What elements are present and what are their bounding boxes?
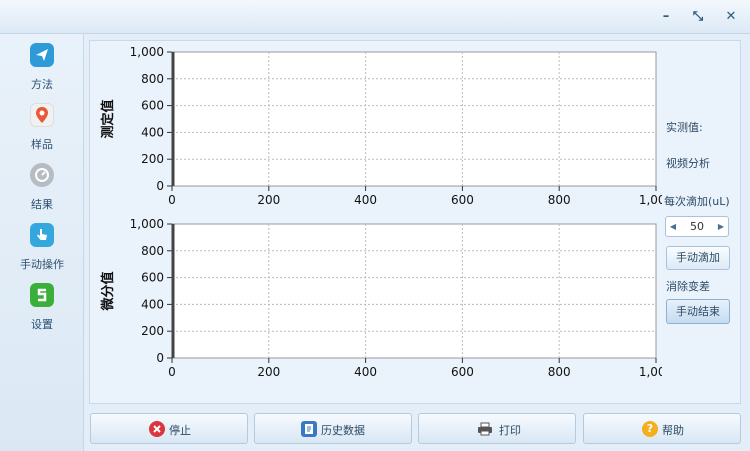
x-tick-label: 200 [257,365,280,379]
drop-volume-stepper[interactable]: ◀ 50 ▶ [665,216,729,237]
drop-volume-value[interactable]: 50 [680,217,714,236]
sidebar-item-label: 设置 [31,318,53,331]
x-tick-label: 800 [548,365,571,379]
x-tick-label: 600 [451,193,474,207]
restore-button[interactable]: ⤡ [689,9,707,25]
x-tick-label: 1,000 [639,193,662,207]
y-tick-label: 200 [141,152,164,166]
sidebar-item-label: 手动操作 [20,258,64,271]
y-tick-label: 600 [141,99,164,113]
sidebar-item-manual[interactable]: 手动操作 [0,218,84,274]
x-tick-label: 0 [168,193,176,207]
y-tick-label: 400 [141,125,164,139]
manual-add-button[interactable]: 手动滴加 [666,246,730,270]
y-tick-label: 200 [141,324,164,338]
sidebar: 方法 样品 结果 手动操作 设置 [0,34,84,451]
y-tick-label: 1,000 [130,45,164,59]
y-tick-label: 400 [141,297,164,311]
y-tick-label: 0 [156,351,164,365]
print-label: 打印 [499,424,521,437]
measured-value-chart: 0 200 400 600 800 1,000 0 200 400 600 800 1,000 测定值 [100,45,662,207]
stop-button[interactable]: 停止 [90,413,248,444]
derivative-value-chart: 0 200 400 600 800 1,000 0 200 400 600 800 1,000 微分值 [100,217,662,379]
sidebar-item-label: 样品 [31,138,53,151]
title-bar: – ⤡ ✕ [0,0,750,34]
x-tick-label: 400 [354,365,377,379]
sidebar-item-sample[interactable]: 样品 [0,98,84,154]
y-axis-label: 测定值 [100,99,116,138]
x-tick-label: 0 [168,365,176,379]
decrement-arrow-icon[interactable]: ◀ [667,217,679,236]
print-button[interactable]: 打印 [418,413,576,444]
help-label: 帮助 [662,424,684,437]
sidebar-item-result[interactable]: 结果 [0,158,84,214]
sidebar-item-method[interactable]: 方法 [0,38,84,94]
y-tick-label: 0 [156,179,164,193]
y-axis-label: 微分值 [100,271,116,311]
help-icon: ? [642,421,658,437]
measured-value-label: 实测值: [666,121,703,134]
dial-icon [30,163,54,187]
video-analysis-label: 视频分析 [666,157,710,170]
stop-label: 停止 [169,424,191,437]
y-tick-label: 800 [141,244,164,258]
s-logo-icon [30,283,54,307]
send-icon [30,43,54,67]
y-tick-label: 800 [141,72,164,86]
history-data-label: 历史数据 [321,424,365,437]
clear-drift-label[interactable]: 消除变差 [666,278,710,294]
minimize-button[interactable]: – [657,9,675,25]
sidebar-item-label: 结果 [31,198,53,211]
sidebar-item-label: 方法 [31,78,53,91]
history-data-button[interactable]: 历史数据 [254,413,412,444]
close-button[interactable]: ✕ [722,9,740,25]
x-tick-label: 200 [257,193,280,207]
document-icon [301,421,317,437]
x-tick-label: 800 [548,193,571,207]
sidebar-item-settings[interactable]: 设置 [0,278,84,334]
help-button[interactable]: ? 帮助 [583,413,741,444]
manual-end-button[interactable]: 手动结束 [666,299,730,324]
stop-x-icon [149,421,165,437]
plot-area [171,223,657,359]
charts-area: 02004006008001,00002004006008001,000测定值 … [100,45,662,379]
printer-icon [477,421,493,437]
plot-area [171,51,657,187]
x-tick-label: 600 [451,365,474,379]
x-tick-label: 1,000 [639,365,662,379]
y-tick-label: 600 [141,271,164,285]
x-tick-label: 400 [354,193,377,207]
increment-arrow-icon[interactable]: ▶ [715,217,727,236]
hand-pointer-icon [30,223,54,247]
map-pin-icon [30,103,54,127]
y-tick-label: 1,000 [130,217,164,231]
drop-volume-label: 每次滴加(uL) [664,195,730,208]
